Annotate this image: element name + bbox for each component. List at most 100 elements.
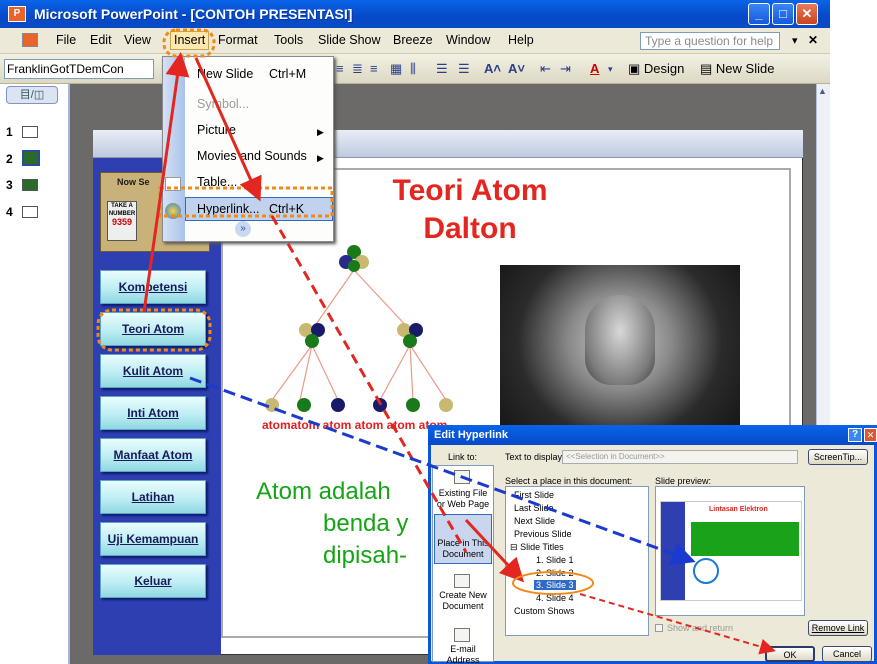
menu-breeze[interactable]: Breeze <box>393 33 433 47</box>
ticket-line-1: TAKE A <box>111 203 133 209</box>
menu-item-new-slide[interactable]: New Slide <box>197 67 253 81</box>
slide-thumbnail-3[interactable] <box>22 179 38 191</box>
bullets-icon[interactable]: ☰ <box>458 60 470 78</box>
insert-menu: New Slide Ctrl+M Symbol... Picture ▶ Mov… <box>162 56 334 242</box>
decrease-indent-icon[interactable]: ⇤ <box>540 60 551 78</box>
slide-number: 3 <box>6 178 13 192</box>
minimize-button[interactable]: _ <box>748 3 770 25</box>
menu-tools[interactable]: Tools <box>274 33 303 47</box>
preview-title: Lintasan Elektron <box>709 506 768 513</box>
nav-inti-atom-button[interactable]: Inti Atom <box>100 396 206 430</box>
design-label: Design <box>643 61 685 76</box>
window-title: Microsoft PowerPoint - [CONTOH PRESENTAS… <box>34 6 353 22</box>
body-text-line3[interactable]: dipisah- <box>323 542 407 570</box>
nav-kompetensi-button[interactable]: Kompetensi <box>100 270 206 304</box>
place-slide-1[interactable]: 1. Slide 1 <box>536 555 574 565</box>
dialog-title: Edit Hyperlink <box>434 429 508 441</box>
align-right-icon[interactable]: ≡ <box>370 60 378 78</box>
slide-title-line2[interactable]: Dalton <box>360 212 580 246</box>
increase-indent-icon[interactable]: ⇥ <box>560 60 571 78</box>
link-create-new-document[interactable]: Create New Document <box>434 590 492 612</box>
nav-manfaat-atom-button[interactable]: Manfaat Atom <box>100 438 206 472</box>
new-slide-button[interactable]: ▤ New Slide <box>700 60 774 78</box>
outline-slides-tabs[interactable]: 目/◫ <box>6 86 58 104</box>
nav-uji-kemampuan-button[interactable]: Uji Kemampuan <box>100 522 206 556</box>
nav-teori-atom-button[interactable]: Teori Atom <box>100 312 206 346</box>
place-slide-3[interactable]: 3. Slide 3 <box>534 580 576 590</box>
title-bar[interactable]: P Microsoft PowerPoint - [CONTOH PRESENT… <box>0 0 830 28</box>
slide-number: 1 <box>6 125 13 139</box>
ticket-badge: TAKE A NUMBER 9359 <box>107 201 137 241</box>
place-previous-slide[interactable]: Previous Slide <box>514 529 572 539</box>
cancel-button[interactable]: Cancel <box>822 646 872 662</box>
slide-thumbnail-1[interactable] <box>22 126 38 138</box>
maximize-button[interactable]: □ <box>772 3 794 25</box>
menu-item-table[interactable]: Table... <box>197 175 237 189</box>
slide-thumbnail-2[interactable] <box>22 150 40 166</box>
formatting-toolbar: FranklinGotTDemCon ≡ ≣ ≡ ▦ ⫼ ☰ ☰ A˄ A˅ ⇤… <box>0 54 830 84</box>
numbering-icon[interactable]: ☰ <box>436 60 448 78</box>
help-dropdown-icon[interactable]: ▾ <box>792 34 798 47</box>
menu-slide-show[interactable]: Slide Show <box>318 33 381 47</box>
place-first-slide[interactable]: First Slide <box>514 490 554 500</box>
slide-preview: Lintasan Elektron <box>655 486 805 616</box>
preview-slide: Lintasan Elektron <box>660 501 802 601</box>
scroll-up-icon[interactable]: ▲ <box>818 86 827 96</box>
menu-item-picture[interactable]: Picture <box>197 123 236 137</box>
place-last-slide[interactable]: Last Slide <box>514 503 554 513</box>
slide-title-line1[interactable]: Teori Atom <box>360 174 580 208</box>
align-center-icon[interactable]: ≣ <box>352 60 363 78</box>
remove-link-button[interactable]: Remove Link <box>808 620 868 636</box>
menu-view[interactable]: View <box>124 33 151 47</box>
text-to-display-label: Text to display: <box>505 452 565 462</box>
link-existing-file[interactable]: Existing File or Web Page <box>434 488 492 510</box>
new-slide-shortcut: Ctrl+M <box>269 67 307 81</box>
menu-edit[interactable]: Edit <box>90 33 112 47</box>
menu-format[interactable]: Format <box>218 33 258 47</box>
menu-insert[interactable]: Insert <box>170 31 210 50</box>
screentip-button[interactable]: ScreenTip... <box>808 449 868 465</box>
ticket-price: 9359 <box>111 217 133 227</box>
close-button[interactable]: ✕ <box>796 3 818 25</box>
body-text-line1[interactable]: Atom adalah <box>256 478 391 506</box>
justify-icon[interactable]: ▦ <box>390 60 402 78</box>
increase-font-icon[interactable]: A˄ <box>484 60 501 78</box>
place-custom-shows[interactable]: Custom Shows <box>514 606 575 616</box>
nav-latihan-button[interactable]: Latihan <box>100 480 206 514</box>
menu-help[interactable]: Help <box>508 33 534 47</box>
font-color-icon[interactable]: A <box>590 60 599 78</box>
menu-item-symbol[interactable]: Symbol... <box>197 97 249 111</box>
text-to-display-input[interactable]: <<Selection in Document>> <box>562 450 798 464</box>
nav-keluar-button[interactable]: Keluar <box>100 564 206 598</box>
decrease-font-icon[interactable]: A˅ <box>508 60 525 78</box>
design-button[interactable]: ▣ Design <box>628 60 684 78</box>
dialog-title-bar[interactable]: Edit Hyperlink <box>428 425 877 445</box>
place-next-slide[interactable]: Next Slide <box>514 516 555 526</box>
place-slide-titles[interactable]: ⊟ Slide Titles <box>510 542 564 553</box>
body-text-line2[interactable]: benda y <box>323 510 408 538</box>
clipart-text: Now Se <box>117 177 150 187</box>
slide-thumbnail-4[interactable] <box>22 206 38 218</box>
menu-item-movies-sounds[interactable]: Movies and Sounds <box>197 149 307 163</box>
text-direction-icon[interactable]: ⫼ <box>410 60 416 78</box>
nav-kulit-atom-button[interactable]: Kulit Atom <box>100 354 206 388</box>
show-and-return-checkbox[interactable] <box>655 624 663 632</box>
menu-item-hyperlink[interactable]: Hyperlink... <box>197 202 260 216</box>
place-slide-4[interactable]: 4. Slide 4 <box>536 593 574 603</box>
link-email-address[interactable]: E-mail Address <box>434 644 492 664</box>
place-slide-2[interactable]: 2. Slide 2 <box>536 568 574 578</box>
dialog-close-button[interactable]: ✕ <box>864 428 877 442</box>
font-color-dropdown-icon[interactable]: ▾ <box>608 60 613 78</box>
menu-file[interactable]: File <box>56 33 76 47</box>
document-close-button[interactable]: ✕ <box>808 33 818 47</box>
expand-menu-icon[interactable]: » <box>235 221 251 237</box>
menu-window[interactable]: Window <box>446 33 490 47</box>
font-name-select[interactable]: FranklinGotTDemCon <box>4 59 154 79</box>
ok-button[interactable]: OK <box>765 646 815 662</box>
dialog-help-icon[interactable]: ? <box>848 428 862 442</box>
help-search-input[interactable]: Type a question for help <box>640 32 780 50</box>
document-icon[interactable] <box>22 33 38 47</box>
align-left-icon[interactable]: ≡ <box>336 60 344 78</box>
link-place-in-document[interactable]: Place in This Document <box>434 538 492 560</box>
menu-bar: File Edit View Insert Format Tools Slide… <box>0 28 830 54</box>
